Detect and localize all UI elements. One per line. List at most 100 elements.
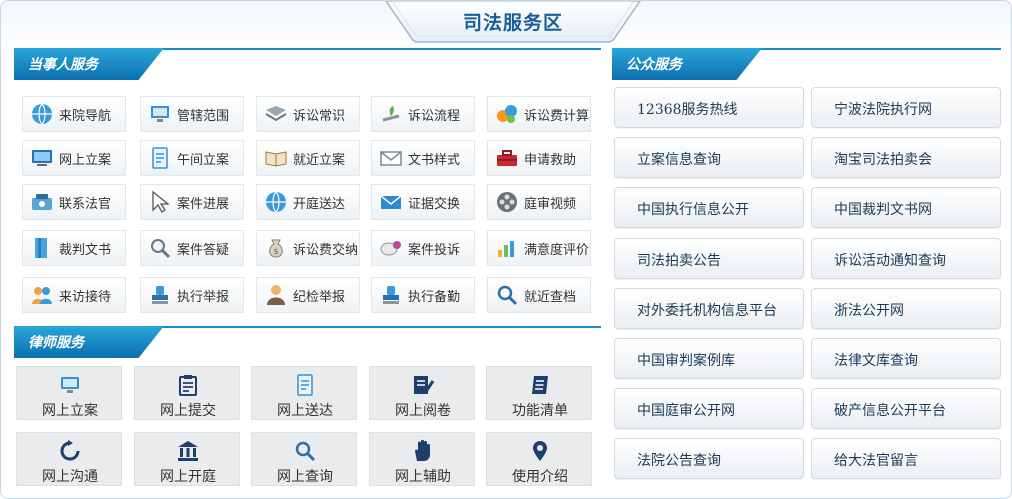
public-link-button[interactable]: 12368服务热线 [614,87,804,128]
party-item[interactable]: 午间立案 [140,140,244,176]
party-item[interactable]: 案件投诉 [371,230,475,266]
chart-icon [494,235,520,261]
party-section-header: 当事人服务 [14,48,601,80]
title-tab: 司法服务区 [384,1,642,43]
person-icon [263,282,289,308]
service-panel: 司法服务区 当事人服务 来院导航 管辖范围 诉讼常识 诉讼流程 诉讼费计算网上立案 午间立… [0,0,1012,499]
public-link-button[interactable]: 司法拍卖公告 [614,237,804,279]
people-icon [29,282,55,308]
lawyer-item[interactable]: 网上沟通 [16,432,122,486]
party-item[interactable]: 证据交换 [371,184,475,220]
lawyer-section-label: 律师服务 [28,335,84,351]
clipboard-icon [135,373,241,396]
public-link-button[interactable]: 淘宝司法拍卖会 [811,137,1001,179]
public-link-button[interactable]: 中国审判案例库 [614,338,804,379]
party-item[interactable]: 庭审视频 [487,184,591,220]
party-section-label: 当事人服务 [28,57,98,73]
party-item[interactable]: 就近查档 [487,277,591,313]
lawyer-item-label: 功能清单 [512,403,568,419]
party-item-label: 诉讼流程 [408,108,461,124]
party-item-label: 执行备勤 [408,289,461,305]
lawyer-item[interactable]: 使用介绍 [486,432,592,486]
party-item[interactable]: 管辖范围 [140,96,244,132]
party-item[interactable]: 就近立案 [256,140,360,176]
public-link-label: 中国庭审公开网 [637,403,735,420]
court-icon [135,439,241,461]
party-item[interactable]: 联系法官 [22,184,126,220]
lawyer-item[interactable]: 网上辅助 [369,432,475,486]
plant-icon [378,101,404,127]
party-item[interactable]: 纪检举报 [256,277,360,313]
money-bag-icon: $ [263,235,289,261]
party-item[interactable]: 开庭送达 [256,184,360,220]
document-icon [252,373,358,396]
public-link-label: 浙法公开网 [834,302,904,319]
lawyer-item[interactable]: 网上开庭 [134,432,240,486]
party-item-label: 管辖范围 [177,108,230,124]
search-icon [252,439,358,462]
party-item[interactable]: 案件答疑 [140,230,244,266]
public-link-button[interactable]: 诉讼活动通知查询 [811,237,1001,279]
party-item[interactable]: 满意度评价 [487,230,591,266]
mail-icon [378,189,404,215]
party-item[interactable]: $ 诉讼费交纳 [256,230,360,266]
public-link-button[interactable]: 破产信息公开平台 [811,388,1001,430]
globe-icon [29,101,55,127]
party-item[interactable]: 诉讼流程 [371,96,475,132]
public-link-button[interactable]: 法律文库查询 [811,338,1001,379]
party-item[interactable]: 案件进展 [140,184,244,220]
party-item-label: 午间立案 [177,152,230,168]
open-book-icon [263,145,289,171]
party-item-label: 诉讼费计算 [524,108,590,124]
lawyer-item[interactable]: 网上阅卷 [369,366,475,420]
party-item[interactable]: 诉讼常识 [256,96,360,132]
party-item[interactable]: 裁判文书 [22,230,126,266]
party-item-label: 裁判文书 [59,242,112,258]
party-item-label: 满意度评价 [524,242,590,258]
public-link-label: 宁波法院执行网 [834,102,932,118]
public-link-button[interactable]: 立案信息查询 [614,137,804,179]
public-link-button[interactable]: 法院公告查询 [614,438,804,480]
lawyer-item-label: 网上沟通 [42,469,98,485]
public-link-label: 12368服务热线 [637,102,738,118]
party-item-label: 网上立案 [59,152,112,168]
public-link-button[interactable]: 宁波法院执行网 [811,87,1001,128]
party-item[interactable]: 来访接待 [22,277,126,313]
bubbles-icon [494,101,520,127]
lawyer-item-label: 网上辅助 [395,469,451,485]
party-item-label: 证据交换 [408,196,461,212]
party-item-label: 诉讼费交纳 [293,242,359,258]
party-item[interactable]: 网上立案 [22,140,126,176]
party-item[interactable]: 申请救助 [487,140,591,176]
party-item[interactable]: 文书样式 [371,140,475,176]
public-link-button[interactable]: 中国庭审公开网 [614,388,804,430]
lawyer-section-header: 律师服务 [14,326,601,358]
public-link-button[interactable]: 中国裁判文书网 [811,187,1001,229]
lawyer-item[interactable]: 网上送达 [251,366,357,420]
globe-icon [263,189,289,215]
party-item[interactable]: 来院导航 [22,96,126,132]
lawyer-item[interactable]: 网上立案 [16,366,122,420]
lawyer-item-label: 网上阅卷 [395,403,451,419]
party-item-label: 就近查档 [524,289,577,305]
public-link-button[interactable]: 中国执行信息公开 [614,187,804,229]
envelope-icon [378,145,404,171]
party-item-label: 申请救助 [524,152,577,168]
public-link-button[interactable]: 对外委托机构信息平台 [614,287,804,329]
party-item[interactable]: 执行举报 [140,277,244,313]
party-item-label: 诉讼常识 [293,108,346,124]
party-item-label: 庭审视频 [524,196,577,212]
party-item[interactable]: 执行备勤 [371,277,475,313]
lawyer-item[interactable]: 功能清单 [486,366,592,420]
phone-icon [29,189,55,215]
public-link-button[interactable]: 浙法公开网 [811,287,1001,329]
book-icon [263,101,289,127]
party-item[interactable]: 诉讼费计算 [487,96,591,132]
lawyer-item[interactable]: 网上提交 [134,366,240,420]
public-link-label: 诉讼活动通知查询 [834,252,946,269]
public-link-button[interactable]: 给大法官留言 [811,438,1001,480]
monitor-icon [17,373,123,395]
party-item-label: 来访接待 [59,289,112,305]
party-item-label: 案件答疑 [177,242,230,258]
lawyer-item[interactable]: 网上查询 [251,432,357,486]
